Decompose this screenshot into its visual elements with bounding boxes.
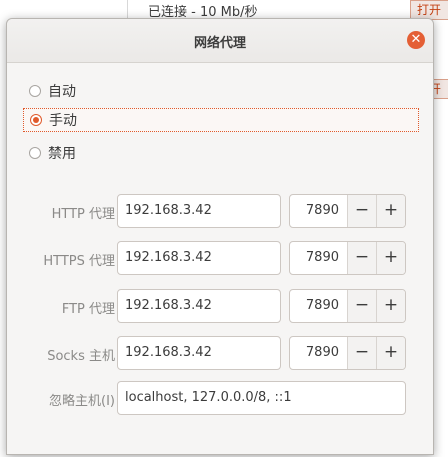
close-icon[interactable]: ✕ xyxy=(407,31,425,49)
ftp-proxy-label: FTP 代理 xyxy=(61,302,115,317)
port-value[interactable]: 7890 xyxy=(290,290,347,322)
radio-manual[interactable]: 手动 xyxy=(23,108,419,132)
ftp-proxy-port-spinner: 7890 − + xyxy=(289,289,406,323)
network-proxy-dialog: 网络代理 ✕ 自动 手动 禁用 HTTP 代理 192.168.3.42 789… xyxy=(6,18,434,455)
socks-port-spinner: 7890 − + xyxy=(289,336,406,370)
ignore-hosts-input[interactable]: localhost, 127.0.0.0/8, ::1 xyxy=(117,381,406,415)
decrement-button[interactable]: − xyxy=(347,195,376,227)
https-proxy-label: HTTPS 代理 xyxy=(43,254,115,269)
decrement-button[interactable]: − xyxy=(347,337,376,369)
ignore-hosts-row: 忽略主机(I) localhost, 127.0.0.0/8, ::1 xyxy=(7,381,435,415)
radio-icon xyxy=(29,147,41,159)
port-value[interactable]: 7890 xyxy=(290,242,347,274)
increment-button[interactable]: + xyxy=(376,195,405,227)
http-proxy-host-input[interactable]: 192.168.3.42 xyxy=(117,194,281,228)
https-proxy-port-spinner: 7890 − + xyxy=(289,241,406,275)
radio-label: 自动 xyxy=(48,84,76,100)
socks-host-label: Socks 主机 xyxy=(47,349,115,364)
decrement-button[interactable]: − xyxy=(347,290,376,322)
radio-icon xyxy=(29,85,41,97)
titlebar: 网络代理 ✕ xyxy=(7,19,433,63)
increment-button[interactable]: + xyxy=(376,290,405,322)
socks-host-row: Socks 主机 192.168.3.42 7890 − + xyxy=(7,336,435,370)
port-value[interactable]: 7890 xyxy=(290,337,347,369)
increment-button[interactable]: + xyxy=(376,242,405,274)
open-button[interactable]: 打开 xyxy=(410,0,448,20)
ftp-proxy-host-input[interactable]: 192.168.3.42 xyxy=(117,289,281,323)
ignore-hosts-label: 忽略主机(I) xyxy=(49,394,115,409)
port-value[interactable]: 7890 xyxy=(290,195,347,227)
increment-button[interactable]: + xyxy=(376,337,405,369)
radio-disabled[interactable]: 禁用 xyxy=(23,141,419,165)
http-proxy-port-spinner: 7890 − + xyxy=(289,194,406,228)
ftp-proxy-row: FTP 代理 192.168.3.42 7890 − + xyxy=(7,289,435,323)
radio-auto[interactable]: 自动 xyxy=(23,79,419,103)
http-proxy-row: HTTP 代理 192.168.3.42 7890 − + xyxy=(7,194,435,228)
http-proxy-label: HTTP 代理 xyxy=(51,207,115,222)
https-proxy-host-input[interactable]: 192.168.3.42 xyxy=(117,241,281,275)
socks-host-input[interactable]: 192.168.3.42 xyxy=(117,336,281,370)
radio-label: 禁用 xyxy=(48,146,76,162)
dialog-title: 网络代理 xyxy=(193,36,246,51)
radio-checked-icon xyxy=(30,114,42,126)
decrement-button[interactable]: − xyxy=(347,242,376,274)
https-proxy-row: HTTPS 代理 192.168.3.42 7890 − + xyxy=(7,241,435,275)
radio-label: 手动 xyxy=(49,113,77,129)
